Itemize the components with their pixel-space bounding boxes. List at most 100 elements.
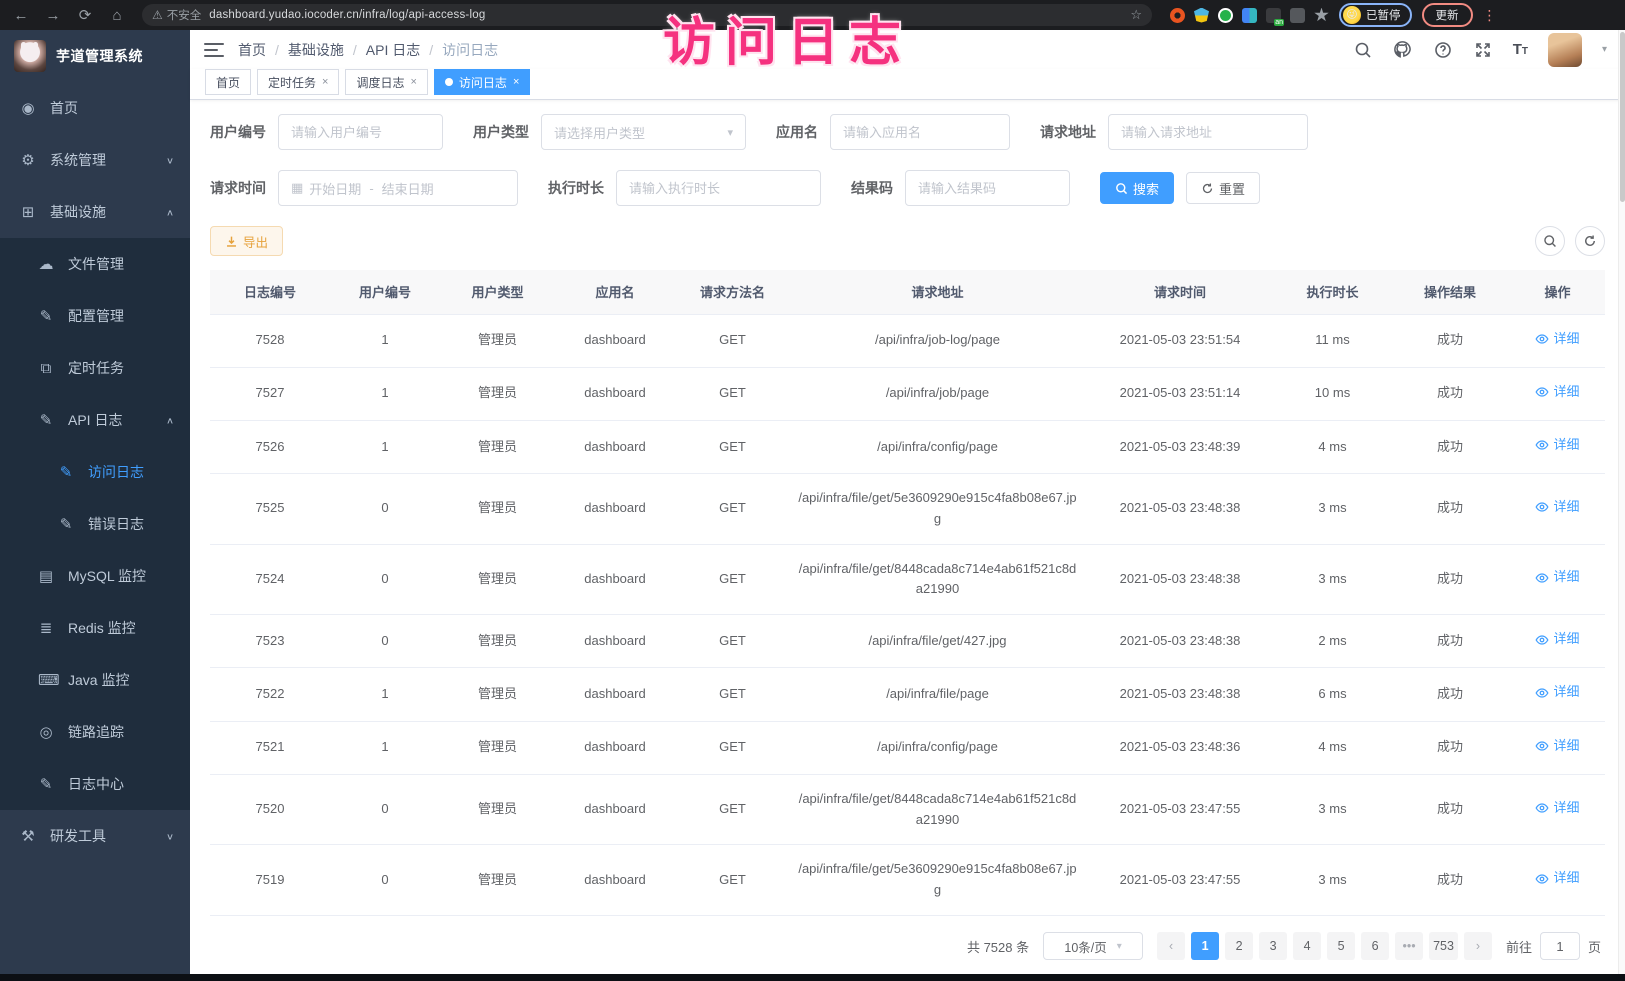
- user-id-input[interactable]: [291, 125, 430, 140]
- app-title: 芋道管理系统: [56, 46, 143, 66]
- detail-link[interactable]: 详细: [1535, 329, 1579, 350]
- request-url-input[interactable]: [1121, 125, 1295, 140]
- scrollbar[interactable]: [1618, 30, 1625, 974]
- browser-back-icon[interactable]: ←: [10, 7, 32, 24]
- user-avatar[interactable]: [1548, 33, 1582, 67]
- tab-schedule-log[interactable]: 调度日志×: [345, 69, 427, 95]
- extension-icon[interactable]: [1218, 8, 1233, 23]
- user-id-label: 用户编号: [210, 122, 266, 142]
- sidebar-item-system[interactable]: ⚙ 系统管理 ∨: [0, 134, 190, 186]
- detail-link[interactable]: 详细: [1535, 682, 1579, 703]
- more-pages-button[interactable]: •••: [1395, 932, 1423, 960]
- sidebar-item-trace[interactable]: ◎ 链路追踪: [0, 706, 190, 758]
- export-button[interactable]: 导出: [210, 226, 283, 256]
- reset-button[interactable]: 重置: [1186, 172, 1260, 204]
- next-page-button[interactable]: ›: [1464, 932, 1492, 960]
- refresh-button[interactable]: [1575, 226, 1605, 256]
- sidebar-item-java-monitor[interactable]: ⌨ Java 监控: [0, 654, 190, 706]
- tab-scheduled-job[interactable]: 定时任务×: [257, 69, 339, 95]
- detail-link[interactable]: 详细: [1535, 736, 1579, 757]
- goto-page-input[interactable]: [1540, 932, 1580, 960]
- sidebar-item-access-log[interactable]: ✎ 访问日志: [0, 446, 190, 498]
- result-code-label: 结果码: [851, 178, 893, 198]
- help-icon[interactable]: [1433, 40, 1453, 60]
- breadcrumb-home[interactable]: 首页: [238, 40, 266, 60]
- breadcrumb-infra[interactable]: 基础设施: [288, 40, 344, 60]
- close-icon[interactable]: ×: [410, 76, 416, 88]
- page-button[interactable]: 753: [1429, 932, 1458, 960]
- detail-link[interactable]: 详细: [1535, 382, 1579, 403]
- url-text[interactable]: dashboard.yudao.iocoder.cn/infra/log/api…: [209, 9, 1122, 21]
- detail-link[interactable]: 详细: [1535, 629, 1579, 650]
- extension-icon[interactable]: [1242, 8, 1257, 23]
- sidebar-item-redis-monitor[interactable]: ≣ Redis 监控: [0, 602, 190, 654]
- detail-link[interactable]: 详细: [1535, 435, 1579, 456]
- fullscreen-icon[interactable]: [1473, 40, 1493, 60]
- detail-link[interactable]: 详细: [1535, 567, 1579, 588]
- date-range-picker[interactable]: ▦ 开始日期 - 结束日期: [278, 170, 518, 206]
- sidebar-item-home[interactable]: ◉ 首页: [0, 82, 190, 134]
- action-cell: 详细: [1510, 420, 1605, 473]
- security-warning[interactable]: ⚠不安全: [152, 7, 201, 23]
- extension-icon[interactable]: [1194, 8, 1209, 23]
- search-icon[interactable]: [1353, 40, 1373, 60]
- address-bar[interactable]: ⚠不安全 dashboard.yudao.iocoder.cn/infra/lo…: [142, 4, 1152, 26]
- font-size-icon[interactable]: TT: [1513, 41, 1528, 58]
- sidebar-item-mysql-monitor[interactable]: ▤ MySQL 监控: [0, 550, 190, 602]
- toggle-search-button[interactable]: [1535, 226, 1565, 256]
- breadcrumb-api-log[interactable]: API 日志: [366, 40, 420, 60]
- avatar-caret-icon[interactable]: ▾: [1602, 44, 1607, 55]
- app-name-cell: dashboard: [555, 845, 675, 916]
- user-type-select[interactable]: 请选择用户类型 ▾: [541, 114, 746, 150]
- page-button[interactable]: 3: [1259, 932, 1287, 960]
- browser-update-button[interactable]: 更新: [1422, 3, 1473, 27]
- tab-home[interactable]: 首页: [205, 69, 251, 95]
- extension-pin-icon[interactable]: [1314, 8, 1329, 23]
- sidebar-item-scheduled-job[interactable]: ⧉ 定时任务: [0, 342, 190, 394]
- detail-link[interactable]: 详细: [1535, 497, 1579, 518]
- browser-home-icon[interactable]: ⌂: [106, 7, 128, 24]
- sidebar-item-error-log[interactable]: ✎ 错误日志: [0, 498, 190, 550]
- app-logo[interactable]: 芋道管理系统: [0, 30, 190, 82]
- sidebar-item-log-center[interactable]: ✎ 日志中心: [0, 758, 190, 810]
- browser-profile-badge[interactable]: 😜 已暂停: [1339, 3, 1412, 27]
- extension-icon[interactable]: [1170, 8, 1185, 23]
- log-id-cell: 7522: [210, 668, 330, 721]
- tab-access-log[interactable]: 访问日志×: [434, 69, 530, 95]
- duration-input[interactable]: [629, 181, 808, 196]
- sidebar-item-config-manage[interactable]: ✎ 配置管理: [0, 290, 190, 342]
- page-button[interactable]: 5: [1327, 932, 1355, 960]
- table-row: 75250管理员dashboardGET/api/infra/file/get/…: [210, 474, 1605, 545]
- page-button[interactable]: 4: [1293, 932, 1321, 960]
- detail-link[interactable]: 详细: [1535, 798, 1579, 819]
- browser-forward-icon[interactable]: →: [42, 7, 64, 24]
- duration-label: 执行时长: [548, 178, 604, 198]
- github-icon[interactable]: [1393, 40, 1413, 60]
- result-code-input[interactable]: [918, 181, 1057, 196]
- date-start-placeholder: 开始日期: [309, 179, 361, 198]
- page-button[interactable]: 6: [1361, 932, 1389, 960]
- app-name-input[interactable]: [843, 125, 997, 140]
- user-id-cell: 0: [330, 474, 440, 545]
- bookmark-star-icon[interactable]: ☆: [1130, 7, 1142, 23]
- sidebar-item-file-manage[interactable]: ☁ 文件管理: [0, 238, 190, 290]
- page-size-select[interactable]: 10条/页 ▾: [1043, 932, 1143, 960]
- close-icon[interactable]: ×: [322, 76, 328, 88]
- page-button[interactable]: 2: [1225, 932, 1253, 960]
- hamburger-icon[interactable]: [204, 39, 224, 61]
- detail-link[interactable]: 详细: [1535, 868, 1579, 889]
- sidebar-item-dev-tools[interactable]: ⚒ 研发工具 ∨: [0, 810, 190, 862]
- sidebar-item-api-log[interactable]: ✎ API 日志 ∧: [0, 394, 190, 446]
- browser-reload-icon[interactable]: ⟳: [74, 6, 96, 24]
- page-button[interactable]: 1: [1191, 932, 1219, 960]
- extension-icon[interactable]: [1266, 8, 1281, 23]
- prev-page-button[interactable]: ‹: [1157, 932, 1185, 960]
- close-icon[interactable]: ×: [513, 76, 519, 88]
- eye-icon: ◎: [38, 723, 54, 741]
- sidebar-item-infra[interactable]: ⊞ 基础设施 ∧: [0, 186, 190, 238]
- user-type-cell: 管理员: [440, 615, 555, 668]
- extension-icon[interactable]: [1290, 8, 1305, 23]
- search-button[interactable]: 搜索: [1100, 172, 1174, 204]
- browser-menu-icon[interactable]: ⋮: [1483, 7, 1497, 24]
- log-id-cell: 7527: [210, 367, 330, 420]
